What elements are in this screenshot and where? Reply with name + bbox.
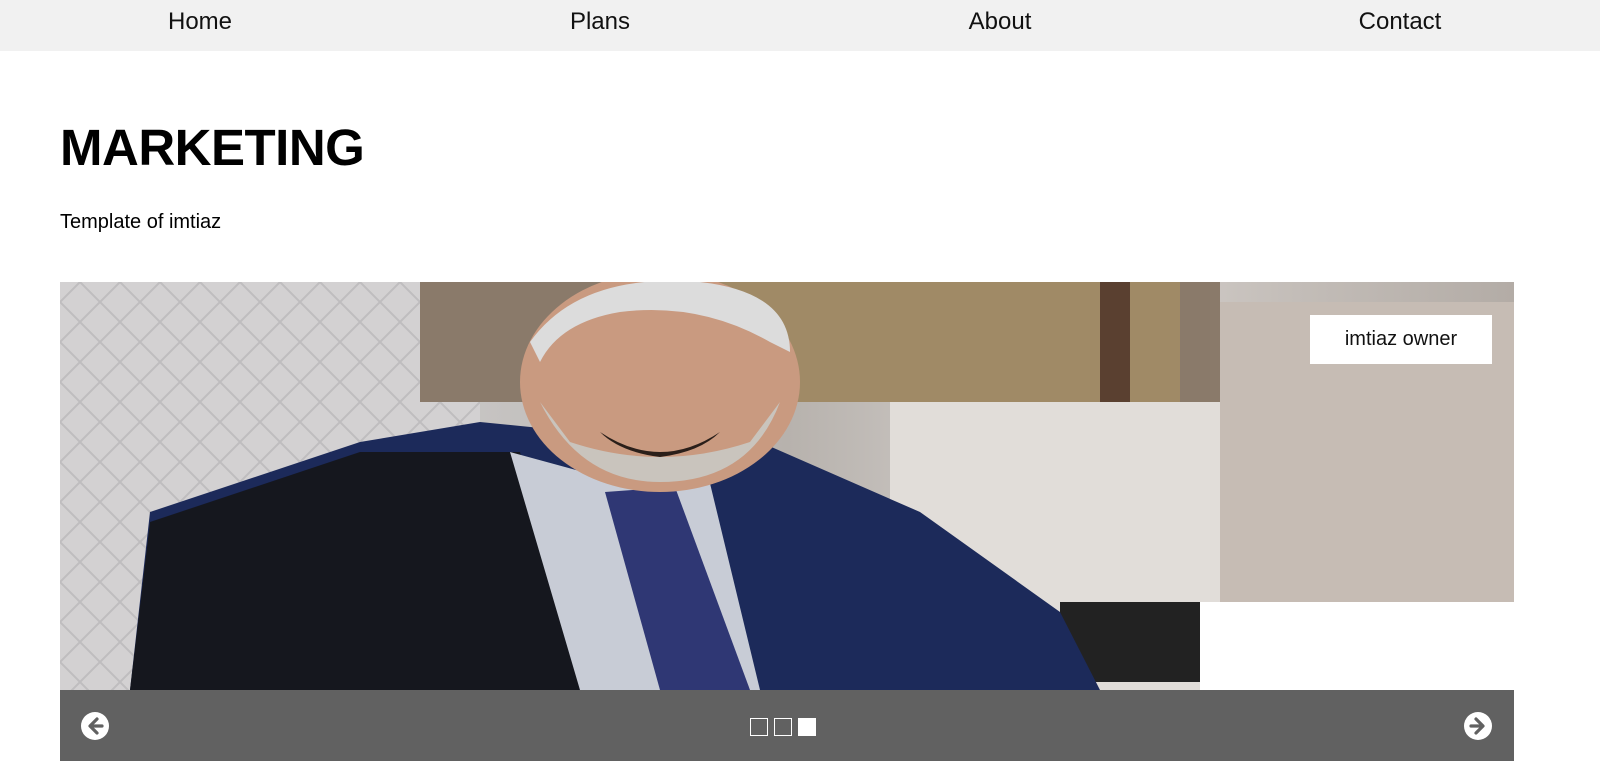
slide-caption: imtiaz owner (1310, 315, 1492, 364)
nav-home-link[interactable]: Home (0, 0, 400, 51)
top-navbar: Home Plans About Contact (0, 0, 1600, 51)
arrow-right-circle-icon[interactable] (1464, 712, 1492, 740)
page-title: MARKETING (60, 119, 365, 176)
page-subtitle: Template of imtiaz (60, 211, 222, 233)
slide-indicators (750, 718, 816, 736)
slide-indicator-1[interactable] (750, 718, 768, 736)
arrow-left-circle-icon[interactable] (81, 712, 109, 740)
nav-contact-link[interactable]: Contact (1200, 0, 1600, 51)
slideshow-controls (60, 690, 1514, 761)
nav-about-link[interactable]: About (800, 0, 1200, 51)
slideshow: imtiaz owner (60, 282, 1514, 761)
slide-photo (60, 282, 1514, 690)
slide-indicator-3[interactable] (798, 718, 816, 736)
nav-plans-link[interactable]: Plans (400, 0, 800, 51)
slide-indicator-2[interactable] (774, 718, 792, 736)
